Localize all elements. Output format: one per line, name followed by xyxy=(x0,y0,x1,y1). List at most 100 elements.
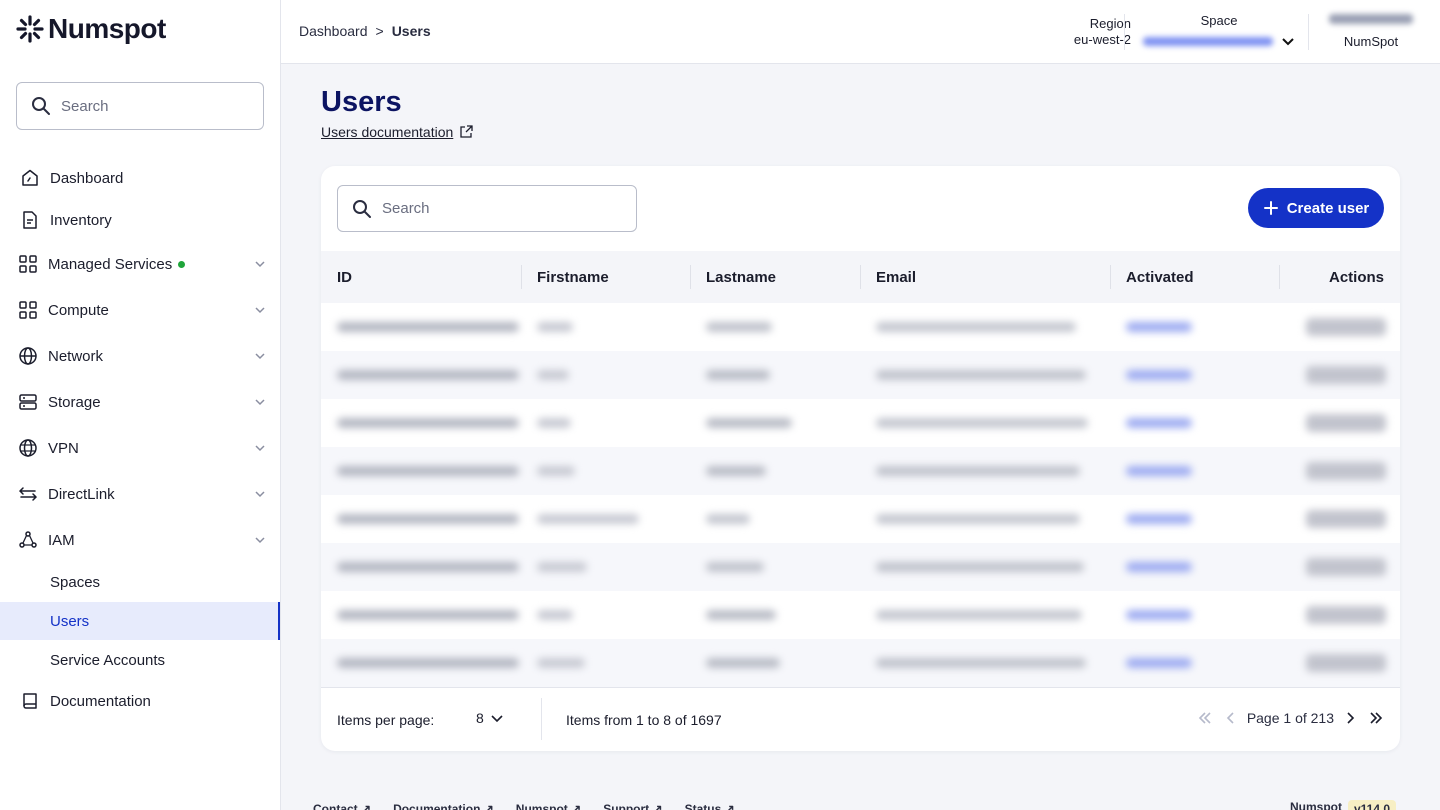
sidebar-search[interactable] xyxy=(16,82,264,130)
external-link-icon xyxy=(460,125,473,138)
redacted-lastname xyxy=(706,370,770,380)
space-selector[interactable]: Space xyxy=(1139,13,1299,48)
column-header-id[interactable]: ID xyxy=(337,251,352,303)
sidebar-item-label: Storage xyxy=(48,393,101,411)
status-dot xyxy=(178,260,186,268)
redacted-id xyxy=(337,418,519,428)
table-row[interactable] xyxy=(321,639,1400,687)
redacted-firstname xyxy=(537,322,573,332)
footer-link-numspot[interactable]: Numspot ↗ xyxy=(516,802,581,810)
sidebar-item-vpn[interactable]: VPN xyxy=(0,428,280,468)
breadcrumb-dashboard-link[interactable]: Dashboard xyxy=(299,23,368,39)
users-documentation-link[interactable]: Users documentation xyxy=(321,124,473,140)
sidebar-item-storage[interactable]: Storage xyxy=(0,382,280,422)
next-page-icon[interactable] xyxy=(1344,710,1358,726)
redacted-actions xyxy=(1306,318,1386,336)
table-pagination: Items per page: 8 Items from 1 to 8 of 1… xyxy=(321,687,1400,751)
sidebar-item-directlink[interactable]: DirectLink xyxy=(0,474,280,514)
create-user-button[interactable]: Create user xyxy=(1248,188,1384,228)
redacted-firstname xyxy=(537,418,571,428)
footer-link-support[interactable]: Support ↗ xyxy=(603,802,662,810)
space-label: Space xyxy=(1200,13,1238,28)
footer-link-status[interactable]: Status ↗ xyxy=(685,802,735,810)
sidebar-item-network[interactable]: Network xyxy=(0,336,280,376)
redacted-id xyxy=(337,610,519,620)
table-row[interactable] xyxy=(321,399,1400,447)
first-page-icon[interactable] xyxy=(1197,710,1213,726)
footer-brand-name: Numspot xyxy=(1290,800,1342,810)
redacted-activated xyxy=(1126,418,1192,428)
sidebar-subitem-service-accounts[interactable]: Service Accounts xyxy=(0,641,280,679)
page-indicator: Page 1 of 213 xyxy=(1246,710,1334,726)
column-header-lastname[interactable]: Lastname xyxy=(706,251,776,303)
table-row[interactable] xyxy=(321,447,1400,495)
chevron-down-icon xyxy=(254,303,266,320)
sidebar-item-documentation[interactable]: Documentation xyxy=(0,681,280,721)
user-menu[interactable]: NumSpot xyxy=(1317,12,1425,49)
sidebar: Numspot Dashboard Inventory Managed Serv… xyxy=(0,0,281,810)
redacted-lastname xyxy=(706,466,766,476)
users-search-input[interactable] xyxy=(382,200,612,217)
redacted-firstname xyxy=(537,658,585,668)
chevron-down-icon xyxy=(491,715,503,723)
header-divider xyxy=(1308,14,1309,50)
grid-services-icon xyxy=(18,254,38,274)
redacted-activated xyxy=(1126,562,1192,572)
column-divider xyxy=(690,265,691,289)
table-row[interactable] xyxy=(321,495,1400,543)
iam-icon xyxy=(18,530,38,550)
table-body xyxy=(321,303,1400,687)
book-icon xyxy=(20,691,40,711)
page-footer-links: Contact ↗ Documentation ↗ Numspot ↗ Supp… xyxy=(313,802,735,810)
sidebar-item-dashboard[interactable]: Dashboard xyxy=(0,158,280,198)
redacted-email xyxy=(876,322,1076,332)
breadcrumb-separator: > xyxy=(375,23,384,39)
search-icon xyxy=(353,199,371,218)
redacted-id xyxy=(337,466,519,476)
column-header-actions: Actions xyxy=(1328,268,1384,286)
column-header-email[interactable]: Email xyxy=(876,251,916,303)
numspot-logo-icon xyxy=(16,15,44,43)
redacted-actions xyxy=(1306,414,1386,432)
globe-icon xyxy=(18,346,38,366)
redacted-firstname xyxy=(537,514,639,524)
redacted-email xyxy=(876,562,1084,572)
sidebar-item-managed-services[interactable]: Managed Services xyxy=(0,244,280,284)
column-header-firstname[interactable]: Firstname xyxy=(537,251,609,303)
home-icon xyxy=(20,168,40,188)
users-search[interactable] xyxy=(337,185,637,232)
region-indicator: Region eu-west-2 xyxy=(1041,16,1131,48)
footer-link-contact[interactable]: Contact ↗ xyxy=(313,802,371,810)
redacted-activated xyxy=(1126,466,1192,476)
redacted-activated xyxy=(1126,370,1192,380)
footer-link-documentation[interactable]: Documentation ↗ xyxy=(393,802,494,810)
org-label: NumSpot xyxy=(1343,34,1399,49)
chevron-down-icon xyxy=(254,487,266,504)
redacted-email xyxy=(876,514,1080,524)
table-row[interactable] xyxy=(321,543,1400,591)
sidebar-item-compute[interactable]: Compute xyxy=(0,290,280,330)
users-table-card: Create user ID Firstname Lastname Email … xyxy=(321,166,1400,751)
user-name-redacted xyxy=(1329,14,1413,24)
table-row[interactable] xyxy=(321,591,1400,639)
last-page-icon[interactable] xyxy=(1368,710,1384,726)
sidebar-item-inventory[interactable]: Inventory xyxy=(0,200,280,240)
region-label: Region xyxy=(1089,16,1131,31)
column-divider xyxy=(1110,265,1111,289)
sidebar-search-input[interactable] xyxy=(61,97,241,115)
sidebar-item-iam[interactable]: IAM xyxy=(0,520,280,560)
sidebar-subitem-spaces[interactable]: Spaces xyxy=(0,563,280,601)
items-per-page-select[interactable]: 8 xyxy=(476,710,504,726)
numspot-logo[interactable]: Numspot xyxy=(16,12,166,46)
redacted-email xyxy=(876,418,1088,428)
sidebar-item-label: Dashboard xyxy=(50,169,124,187)
column-divider xyxy=(521,265,522,289)
chevron-down-icon xyxy=(254,441,266,458)
previous-page-icon[interactable] xyxy=(1223,710,1237,726)
column-header-activated[interactable]: Activated xyxy=(1126,251,1194,303)
table-row[interactable] xyxy=(321,351,1400,399)
sidebar-subitem-users[interactable]: Users xyxy=(0,602,280,640)
table-row[interactable] xyxy=(321,303,1400,351)
redacted-actions xyxy=(1306,606,1386,624)
doc-link-label: Users documentation xyxy=(321,124,454,140)
